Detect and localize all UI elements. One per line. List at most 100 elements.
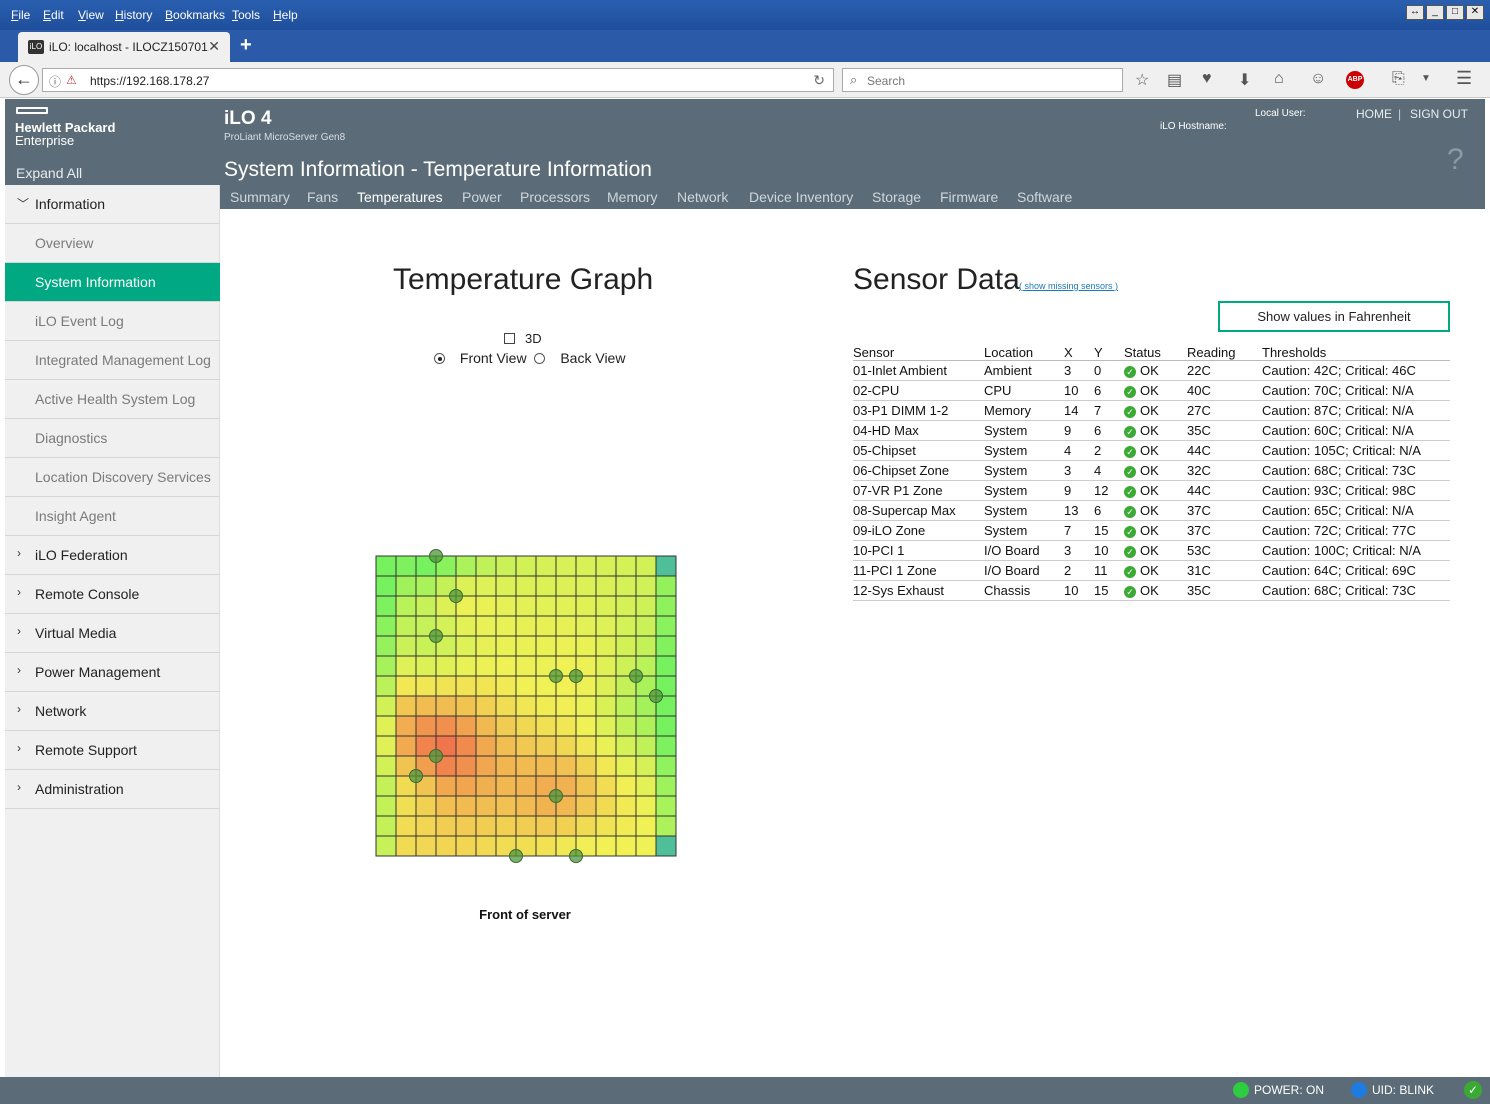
sensor-marker[interactable]: [449, 589, 463, 603]
home-link[interactable]: HOME: [1356, 107, 1392, 121]
sensor-marker[interactable]: [409, 769, 423, 783]
status-ok-icon: ✓: [1124, 545, 1136, 558]
reading-list-icon[interactable]: ▤: [1167, 70, 1182, 90]
bookmark-star-icon[interactable]: ☆: [1135, 70, 1149, 90]
uid-status[interactable]: UID: BLINK: [1351, 1082, 1434, 1098]
show-missing-sensors-link[interactable]: ( show missing sensors ): [1019, 281, 1118, 291]
column-header[interactable]: Y: [1094, 344, 1124, 361]
url-text[interactable]: https://192.168.178.27: [90, 74, 209, 88]
pocket-icon[interactable]: ♥: [1202, 70, 1212, 88]
tab-power[interactable]: Power: [462, 189, 502, 205]
menu-tools[interactable]: Tools: [232, 8, 260, 22]
expand-all-link[interactable]: Expand All: [16, 165, 82, 181]
sidebar-item-location-discovery-services[interactable]: Location Discovery Services: [5, 458, 220, 497]
toolbar-dropdown-icon[interactable]: ▼: [1421, 73, 1431, 84]
fahrenheit-button[interactable]: Show values in Fahrenheit: [1218, 301, 1450, 332]
3d-checkbox[interactable]: [504, 333, 515, 344]
table-cell: ✓ OK: [1124, 440, 1187, 461]
tab-software[interactable]: Software: [1017, 189, 1072, 205]
tab-firmware[interactable]: Firmware: [940, 189, 998, 205]
column-header[interactable]: Reading: [1187, 344, 1262, 361]
menu-edit[interactable]: Edit: [43, 8, 64, 22]
sensor-marker[interactable]: [429, 629, 443, 643]
close-tab-icon[interactable]: ✕: [208, 38, 220, 55]
sidebar-item-system-information[interactable]: System Information: [5, 263, 220, 302]
menu-view[interactable]: View: [78, 8, 104, 22]
power-status[interactable]: POWER: ON: [1233, 1082, 1324, 1098]
menu-history[interactable]: History: [115, 8, 152, 22]
tab-temperatures[interactable]: Temperatures: [357, 189, 443, 205]
adblock-icon[interactable]: ABP: [1346, 71, 1364, 89]
download-icon[interactable]: ⬇: [1238, 70, 1251, 90]
home-icon[interactable]: ⌂: [1274, 70, 1284, 88]
heatmap-cell: [595, 575, 617, 597]
translate-icon[interactable]: ⎘: [1392, 70, 1405, 88]
sidebar-item-diagnostics[interactable]: Diagnostics: [5, 419, 220, 458]
sensor-marker[interactable]: [629, 669, 643, 683]
sidebar-item-power-management[interactable]: › Power Management: [5, 653, 220, 692]
url-bar[interactable]: ⓘ ⚠ https://192.168.178.27 ↻: [42, 68, 834, 92]
tab-device-inventory[interactable]: Device Inventory: [749, 189, 853, 205]
sensor-marker[interactable]: [649, 689, 663, 703]
chat-icon[interactable]: ☺: [1310, 70, 1326, 88]
cell-text: 6: [1094, 422, 1102, 438]
search-box[interactable]: ⌕ Search: [842, 68, 1123, 92]
option-3d[interactable]: 3D: [504, 331, 542, 346]
sidebar-item-virtual-media[interactable]: › Virtual Media: [5, 614, 220, 653]
sidebar-item-overview[interactable]: Overview: [5, 224, 220, 263]
sidebar-item-insight-agent[interactable]: Insight Agent: [5, 497, 220, 536]
tab-summary[interactable]: Summary: [230, 189, 290, 205]
info-icon[interactable]: ⓘ: [49, 73, 61, 90]
menu-file[interactable]: File: [11, 8, 30, 22]
tab-processors[interactable]: Processors: [520, 189, 590, 205]
sensor-marker[interactable]: [569, 669, 583, 683]
sensor-marker[interactable]: [429, 549, 443, 563]
column-header[interactable]: Thresholds: [1262, 344, 1450, 361]
sensor-marker[interactable]: [569, 849, 583, 863]
menu-bookmarks[interactable]: Bookmarks: [165, 8, 225, 22]
minimize-button[interactable]: _: [1426, 5, 1444, 20]
table-cell: 44C: [1187, 480, 1262, 501]
sidebar-item-ilo-federation[interactable]: › iLO Federation: [5, 536, 220, 575]
heatmap-cell: [475, 715, 497, 737]
health-ok-icon[interactable]: ✓: [1464, 1081, 1482, 1099]
sidebar-item-network[interactable]: › Network: [5, 692, 220, 731]
column-header[interactable]: Sensor: [853, 344, 984, 361]
tab-fans[interactable]: Fans: [307, 189, 338, 205]
back-view-radio[interactable]: [534, 353, 546, 364]
browser-tab[interactable]: iLO iLO: localhost - ILOCZ150701... ✕: [18, 32, 230, 62]
menu-help[interactable]: Help: [273, 8, 298, 22]
heatmap-cell: [535, 755, 557, 777]
heatmap-cell: [575, 635, 597, 657]
column-header[interactable]: Status: [1124, 344, 1187, 361]
sensor-marker[interactable]: [549, 669, 563, 683]
table-cell: System: [984, 520, 1064, 541]
sidebar-item-ilo-event-log[interactable]: iLO Event Log: [5, 302, 220, 341]
sidebar-item-remote-console[interactable]: › Remote Console: [5, 575, 220, 614]
sensor-marker[interactable]: [549, 789, 563, 803]
column-header[interactable]: X: [1064, 344, 1094, 361]
close-window-button[interactable]: ✕: [1466, 5, 1484, 20]
sidebar-item-information[interactable]: ﹀ Information: [5, 185, 220, 224]
sign-out-link[interactable]: SIGN OUT: [1410, 107, 1468, 121]
front-view-radio[interactable]: [434, 353, 445, 364]
hamburger-menu-icon[interactable]: ☰: [1456, 68, 1472, 89]
reload-icon[interactable]: ↻: [813, 72, 825, 89]
tab-memory[interactable]: Memory: [607, 189, 658, 205]
heatmap-cell: [495, 755, 517, 777]
sidebar-item-integrated-management-log[interactable]: Integrated Management Log: [5, 341, 220, 380]
maximize-button[interactable]: □: [1446, 5, 1464, 20]
sidebar-item-remote-support[interactable]: › Remote Support: [5, 731, 220, 770]
help-icon[interactable]: ?: [1447, 143, 1464, 177]
heatmap-cell: [555, 715, 577, 737]
sensor-marker[interactable]: [509, 849, 523, 863]
sensor-marker[interactable]: [429, 749, 443, 763]
sidebar-item-administration[interactable]: › Administration: [5, 770, 220, 809]
tab-storage[interactable]: Storage: [872, 189, 921, 205]
column-header[interactable]: Location: [984, 344, 1064, 361]
back-button[interactable]: ←: [9, 65, 39, 95]
tab-network[interactable]: Network: [677, 189, 728, 205]
resize-icon[interactable]: ↔: [1406, 5, 1424, 20]
sidebar-item-active-health-system-log[interactable]: Active Health System Log: [5, 380, 220, 419]
new-tab-icon[interactable]: +: [240, 34, 252, 57]
